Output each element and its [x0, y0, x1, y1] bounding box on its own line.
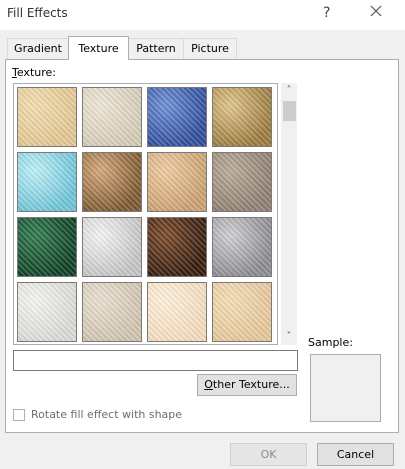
help-button[interactable]: ?: [323, 5, 330, 21]
other-texture-button[interactable]: Other Texture...: [197, 374, 297, 396]
sample-preview: [310, 354, 381, 422]
texture-tile-newsprint[interactable]: [17, 282, 77, 342]
texture-tile-woven-mat[interactable]: [212, 87, 272, 147]
close-icon[interactable]: [368, 3, 384, 19]
tab-texture[interactable]: Texture: [68, 36, 129, 60]
texture-tile-canvas[interactable]: [82, 87, 142, 147]
texture-name-field[interactable]: [13, 350, 298, 371]
texture-tile-brown-marble[interactable]: [147, 217, 207, 277]
ok-button[interactable]: OK: [230, 443, 307, 466]
texture-tile-recycled-paper[interactable]: [82, 282, 142, 342]
cancel-button[interactable]: Cancel: [317, 443, 394, 466]
tab-picture[interactable]: Picture: [183, 38, 237, 59]
texture-tile-green-marble[interactable]: [17, 217, 77, 277]
texture-tile-water-droplets[interactable]: [17, 152, 77, 212]
texture-tile-white-marble[interactable]: [82, 217, 142, 277]
rotate-checkbox-label: Rotate fill effect with shape: [31, 408, 183, 421]
scroll-up-icon[interactable]: ˄: [281, 83, 297, 99]
gallery-scrollbar[interactable]: ˄ ˅: [281, 83, 297, 345]
texture-tile-fish-fossil[interactable]: [147, 152, 207, 212]
scroll-thumb[interactable]: [283, 101, 296, 121]
texture-tile-sand[interactable]: [212, 152, 272, 212]
scroll-down-icon[interactable]: ˅: [281, 329, 297, 345]
texture-tile-papyrus[interactable]: [17, 87, 77, 147]
texture-tile-denim[interactable]: [147, 87, 207, 147]
tab-gradient[interactable]: Gradient: [7, 38, 69, 59]
rotate-checkbox[interactable]: [13, 409, 25, 421]
texture-tile-stationery[interactable]: [212, 282, 272, 342]
tab-pattern[interactable]: Pattern: [128, 38, 184, 59]
sample-label: Sample:: [308, 336, 353, 349]
texture-tile-granite[interactable]: [212, 217, 272, 277]
texture-tile-paper-bag[interactable]: [82, 152, 142, 212]
texture-label: Texture:: [12, 66, 56, 79]
dialog-title: Fill Effects: [7, 6, 68, 20]
texture-tile-parchment[interactable]: [147, 282, 207, 342]
